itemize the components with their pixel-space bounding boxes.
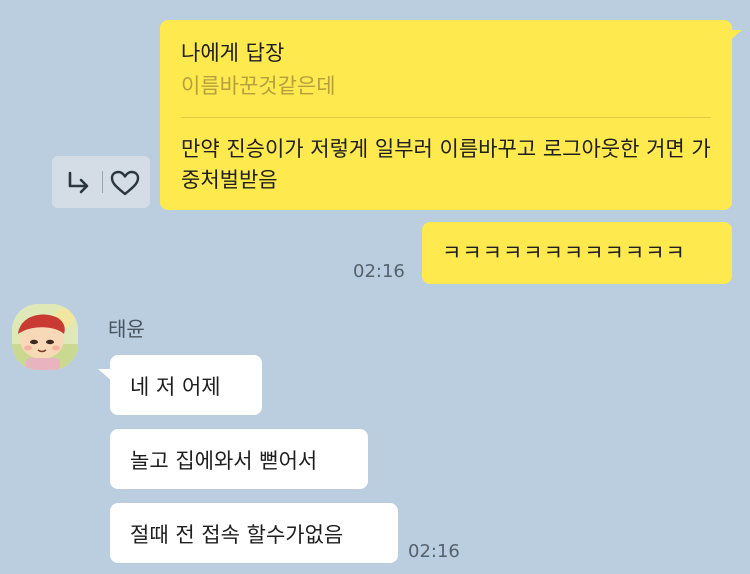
reply-target-label: 나에게 답장 bbox=[181, 41, 285, 65]
action-divider bbox=[102, 171, 103, 193]
received-message-bubble[interactable]: 절때 전 접속 할수가없음 bbox=[110, 503, 398, 563]
message-timestamp: 02:16 bbox=[353, 261, 405, 282]
message-text: 네 저 어제 bbox=[130, 375, 221, 399]
my-message-bubble[interactable]: ㅋㅋㅋㅋㅋㅋㅋㅋㅋㅋㅋㅋ bbox=[422, 222, 732, 284]
received-message-bubble[interactable]: 네 저 어제 bbox=[98, 355, 262, 415]
bubble-tail bbox=[728, 30, 742, 42]
message-text: ㅋㅋㅋㅋㅋㅋㅋㅋㅋㅋㅋㅋ bbox=[442, 241, 686, 265]
sender-avatar[interactable] bbox=[12, 304, 78, 370]
avatar-image bbox=[12, 304, 78, 370]
bubble-tail bbox=[98, 369, 112, 381]
sender-name: 태윤 bbox=[108, 317, 145, 341]
message-text: 놀고 집에와서 뻗어서 bbox=[130, 449, 318, 473]
my-reply-message-bubble[interactable]: 나에게 답장 이름바꾼것같은데 만약 진승이가 저렇게 일부러 이름바꾸고 로그… bbox=[160, 20, 742, 210]
quoted-message-text[interactable]: 이름바꾼것같은데 bbox=[181, 70, 336, 100]
heart-icon[interactable] bbox=[110, 170, 140, 196]
message-action-bar bbox=[52, 156, 150, 208]
reply-arrow-icon[interactable] bbox=[64, 169, 94, 197]
message-text: 만약 진승이가 저렇게 일부러 이름바꾸고 로그아웃한 거면 가중처벌받음 bbox=[181, 137, 711, 192]
reply-divider bbox=[181, 117, 711, 118]
received-message-bubble[interactable]: 놀고 집에와서 뻗어서 bbox=[110, 429, 368, 489]
message-text: 절때 전 접속 할수가없음 bbox=[130, 523, 344, 547]
message-timestamp: 02:16 bbox=[408, 541, 460, 562]
